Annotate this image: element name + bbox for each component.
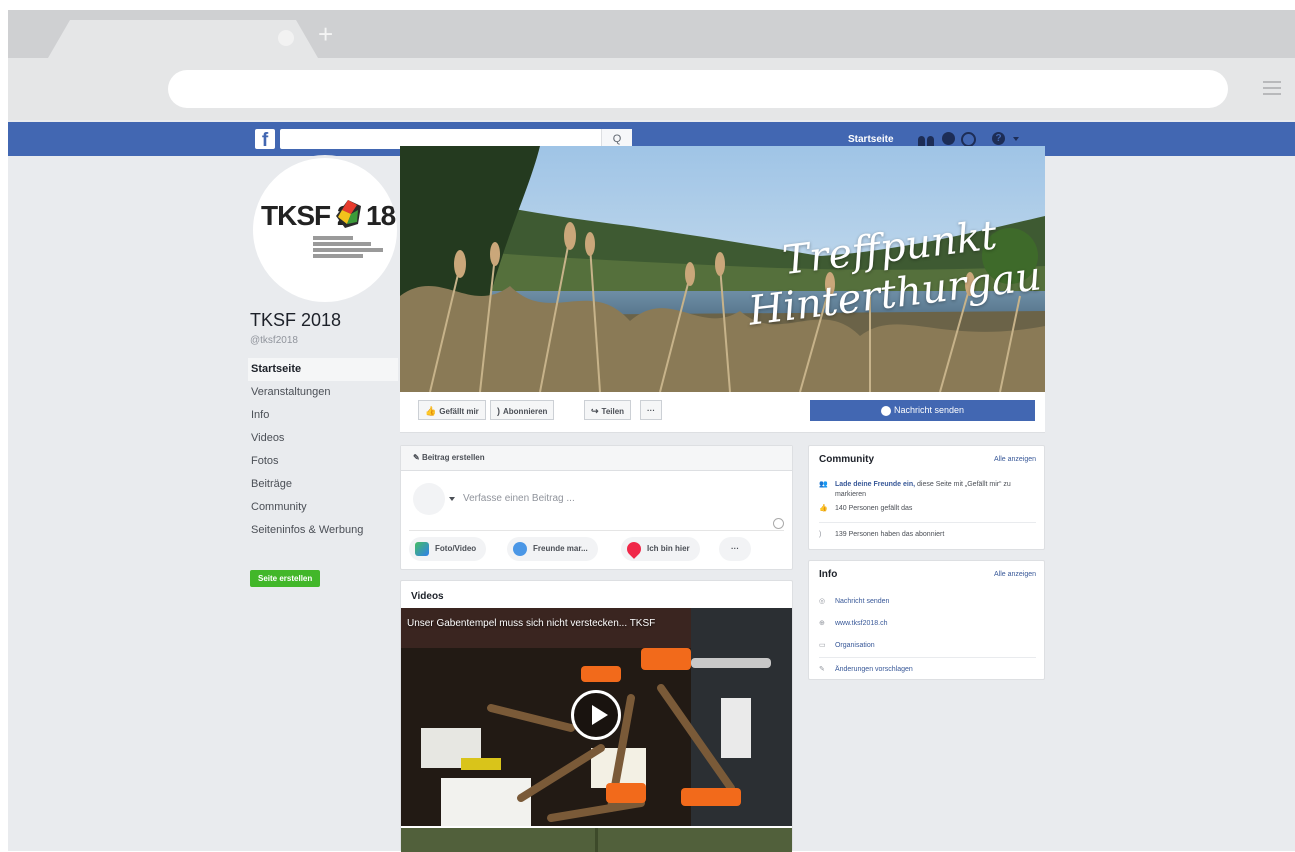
follow-page-button[interactable]: ) Abonnieren <box>490 400 555 420</box>
new-tab-button[interactable]: + <box>318 21 333 47</box>
logo-ball-icon <box>336 200 361 228</box>
info-send-message-link[interactable]: Nachricht senden <box>835 597 1035 607</box>
nav-item-veranstaltungen[interactable]: Veranstaltungen <box>248 381 398 404</box>
nav-item-info[interactable]: Info <box>248 404 398 427</box>
info-website-row: ⊕ www.tksf2018.ch <box>819 619 1035 629</box>
divider <box>819 657 1036 658</box>
tag-friends-button[interactable]: Freunde mar... <box>507 537 598 561</box>
post-composer: ✎ Beitrag erstellen Verfasse einen Beitr… <box>400 445 793 570</box>
play-icon[interactable] <box>571 690 621 740</box>
likes-row: 👍 140 Personen gefällt das <box>819 505 913 512</box>
account-menu-chevron-icon[interactable] <box>1013 137 1019 141</box>
send-message-button[interactable]: Nachricht senden <box>810 400 1035 421</box>
nav-item-beitraege[interactable]: Beiträge <box>248 473 398 496</box>
info-title: Info <box>819 569 838 580</box>
nav-item-fotos[interactable]: Fotos <box>248 450 398 473</box>
browser-tabstrip: + <box>8 10 1295 58</box>
folder-icon: ▭ <box>819 642 826 649</box>
info-category-row: ▭ Organisation <box>819 641 1035 651</box>
like-page-button[interactable]: 👍 Gefällt mir <box>418 400 486 420</box>
page-action-bar: 👍 Gefällt mir ) Abonnieren ↪ Teilen ··· Nac… <box>400 392 1045 433</box>
notifications-globe-icon[interactable] <box>961 132 976 147</box>
video-player[interactable]: Unser Gabentempel muss sich nicht verste… <box>401 608 792 826</box>
page-handle: @tksf2018 <box>250 335 298 346</box>
nav-item-videos[interactable]: Videos <box>248 427 398 450</box>
pencil-icon: ✎ <box>413 453 420 462</box>
page-profile-picture[interactable]: TKSF 2018 <box>250 155 400 305</box>
videos-section: Videos Unser Gabentempel muss sich nicht… <box>400 580 793 852</box>
website-link[interactable]: www.tksf2018.ch <box>835 619 1035 629</box>
info-suggest-row: ✎ Änderungen vorschlagen <box>819 665 1035 675</box>
facebook-logo-icon[interactable]: f <box>255 129 275 149</box>
info-see-all-link[interactable]: Alle anzeigen <box>994 571 1036 578</box>
logo-plates-icon <box>313 236 383 260</box>
check-in-button[interactable]: Ich bin hier <box>621 537 700 561</box>
share-icon: ↪ <box>591 406 599 416</box>
messenger-bubble-icon <box>880 405 891 416</box>
follows-row: ) 139 Personen haben das abonniert <box>819 531 945 538</box>
composer-header[interactable]: ✎ Beitrag erstellen <box>401 446 792 471</box>
avatar[interactable] <box>413 483 445 515</box>
community-card: Community Alle anzeigen 👥 Lade deine Fre… <box>808 445 1045 550</box>
nav-item-community[interactable]: Community <box>248 496 398 519</box>
create-page-button[interactable]: Seite erstellen <box>250 570 321 587</box>
more-actions-button[interactable]: ··· <box>640 400 662 420</box>
invite-friends-row: 👥 Lade deine Freunde ein, diese Seite mi… <box>819 481 1011 498</box>
browser-menu-icon[interactable] <box>1263 81 1281 99</box>
page-left-nav: Startseite Veranstaltungen Info Videos F… <box>248 358 398 542</box>
chevron-down-icon[interactable] <box>449 497 455 501</box>
cover-photo[interactable]: Treffpunkt Hinterthurgau <box>400 146 1045 392</box>
pencil-icon: ✎ <box>819 666 825 673</box>
divider <box>409 530 784 531</box>
info-message-row: ◎ Nachricht senden <box>819 597 1035 607</box>
thumbs-up-icon: 👍 <box>819 505 828 512</box>
videos-title: Videos <box>411 591 444 602</box>
invite-friends-link[interactable]: Lade deine Freunde ein, <box>835 481 915 488</box>
photo-icon <box>415 541 429 556</box>
composer-more-button[interactable]: ··· <box>719 537 751 561</box>
messenger-icon: ◎ <box>819 598 826 605</box>
info-card: Info Alle anzeigen ◎ Nachricht senden ⊕ … <box>808 560 1045 680</box>
browser-toolbar <box>8 58 1295 120</box>
friends-icon: 👥 <box>819 481 828 488</box>
address-bar[interactable] <box>168 70 1228 108</box>
category-link[interactable]: Organisation <box>835 641 1035 651</box>
location-pin-icon <box>624 538 644 559</box>
video-title: Unser Gabentempel muss sich nicht verste… <box>407 618 656 629</box>
thumbs-up-icon: 👍 <box>425 406 437 416</box>
tab-close-icon[interactable] <box>278 30 294 46</box>
composer-title: Beitrag erstellen <box>421 453 485 462</box>
community-see-all-link[interactable]: Alle anzeigen <box>994 456 1036 463</box>
page-title: TKSF 2018 <box>250 310 342 330</box>
photo-video-button[interactable]: Foto/Video <box>409 537 487 561</box>
share-page-button[interactable]: ↪ Teilen <box>584 400 632 420</box>
composer-input[interactable]: Verfasse einen Beitrag ... <box>463 493 575 504</box>
video-thumbnail-strip[interactable] <box>401 828 792 852</box>
globe-icon: ⊕ <box>819 620 825 627</box>
tksf-logo-icon: TKSF 2018 <box>261 200 396 231</box>
divider <box>819 522 1036 523</box>
rss-icon: ) <box>497 406 500 416</box>
emoji-icon[interactable] <box>773 518 784 529</box>
help-icon[interactable]: ? <box>992 132 1005 145</box>
community-title: Community <box>819 454 874 465</box>
messenger-icon[interactable] <box>942 132 955 145</box>
nav-home-link[interactable]: Startseite <box>848 134 894 145</box>
nav-item-seiteninfos[interactable]: Seiteninfos & Werbung <box>248 519 398 542</box>
suggest-edits-link[interactable]: Änderungen vorschlagen <box>835 665 1035 675</box>
tag-friends-icon <box>513 541 527 556</box>
friend-requests-icon[interactable] <box>918 132 936 146</box>
rss-icon: ) <box>819 531 822 538</box>
nav-item-startseite[interactable]: Startseite <box>248 358 398 381</box>
